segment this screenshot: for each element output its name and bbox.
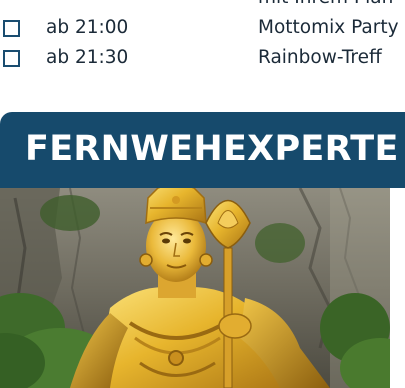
schedule-checkbox[interactable] [3, 50, 20, 67]
schedule-checkbox[interactable] [3, 20, 20, 37]
section-header: FERNWEHEXPERTE [0, 112, 405, 188]
schedule-row: ab 21:00 Mottomix Party [0, 16, 405, 40]
schedule-time: ab 21:00 [46, 17, 129, 38]
schedule-event: Rainbow-Treff [258, 47, 382, 68]
schedule-event: mit Ihrem Plan [258, 0, 393, 10]
photo-edge [390, 188, 405, 388]
page: mit Ihrem Plan ab 21:00 Mottomix Party a… [0, 0, 405, 388]
schedule-row: ab 21:30 Rainbow-Treff [0, 46, 405, 70]
schedule-event: Mottomix Party [258, 17, 399, 38]
golden-statue-photo [0, 188, 405, 388]
section-title: FERNWEHEXPERTE [25, 129, 399, 169]
schedule-time: ab 21:30 [46, 47, 129, 68]
schedule-row-partial: mit Ihrem Plan [0, 0, 405, 10]
